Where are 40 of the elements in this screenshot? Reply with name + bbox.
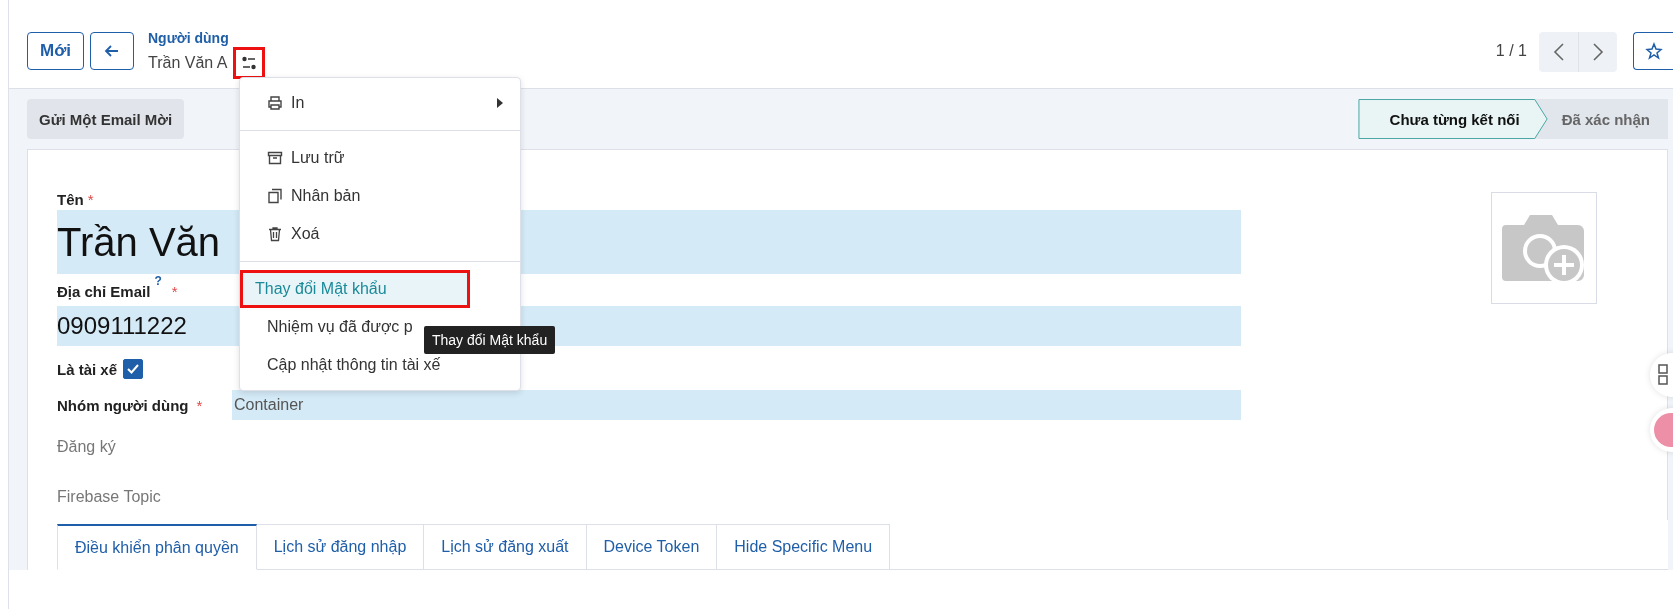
star-icon — [1644, 42, 1663, 60]
tab[interactable]: Device Token — [586, 524, 718, 570]
back-button[interactable] — [90, 32, 134, 70]
trash-icon — [267, 226, 283, 242]
menu-item[interactable]: Lưu trữ — [240, 139, 520, 177]
menu-item[interactable]: Thay đổi Mật khẩu — [240, 270, 470, 308]
status-step[interactable]: Chưa từng kết nối — [1357, 99, 1548, 139]
tooltip: Thay đổi Mật khẩu — [424, 326, 556, 354]
checkmark-icon — [126, 362, 141, 376]
status-step[interactable]: Đã xác nhận — [1547, 99, 1668, 139]
menu-item[interactable]: Nhân bản — [240, 177, 520, 215]
tab[interactable]: Lịch sử đăng nhập — [256, 524, 425, 570]
tab[interactable]: Hide Specific Menu — [717, 524, 891, 570]
required-mark: * — [196, 396, 203, 414]
checkbox[interactable] — [123, 359, 144, 379]
chevron-right-icon — [1592, 42, 1604, 62]
new-button[interactable]: Mới — [27, 32, 84, 70]
required-mark: * — [87, 191, 94, 208]
printer-icon — [267, 95, 283, 111]
help-mark[interactable]: ? — [154, 274, 162, 288]
pin-button[interactable] — [1633, 32, 1673, 70]
menu-item[interactable]: Xoá — [240, 215, 520, 253]
menu-item[interactable]: In — [240, 84, 520, 122]
chevron-left-icon — [1552, 42, 1565, 62]
select-field[interactable]: Container — [232, 390, 1241, 420]
field-label: Đăng ký — [57, 438, 116, 456]
field-label: Là tài xế — [57, 360, 118, 378]
field-label: Địa chỉ Email — [57, 283, 151, 300]
tab[interactable]: Điều khiển phân quyền — [57, 524, 257, 570]
breadcrumb-link[interactable]: Người dùng — [148, 29, 266, 47]
send-invite-button[interactable]: Gửi Một Email Mời — [27, 99, 185, 139]
pager-text: 1 / 1 — [1495, 42, 1527, 60]
record-name: Trần Văn A — [148, 53, 228, 73]
tab[interactable]: Lịch sử đăng xuất — [424, 524, 587, 570]
field-label: Nhóm người dùng — [57, 396, 189, 414]
field-label: Firebase Topic — [57, 488, 161, 506]
copy-icon — [267, 188, 283, 204]
field-label: Tên — [57, 191, 84, 208]
archive-icon — [267, 150, 283, 166]
required-mark: * — [171, 283, 178, 300]
